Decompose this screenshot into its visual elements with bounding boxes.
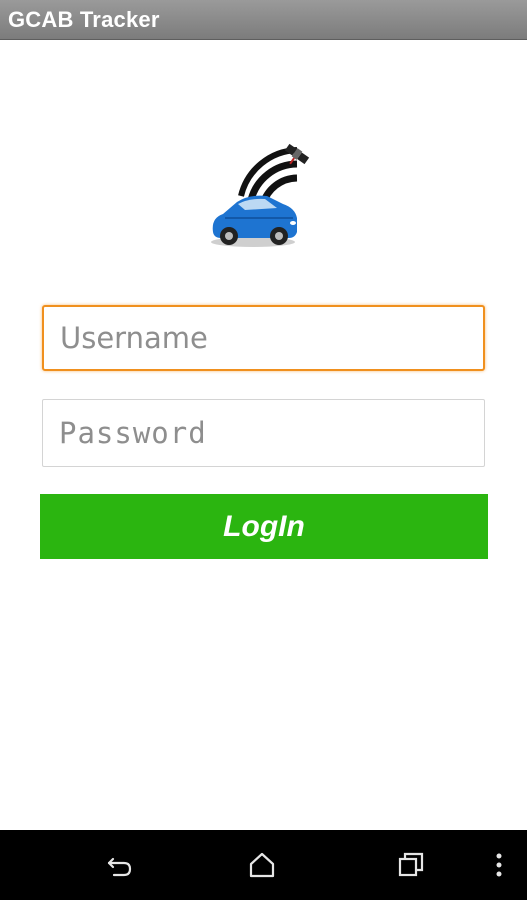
username-field[interactable]	[42, 305, 485, 371]
recent-apps-icon[interactable]	[396, 850, 426, 880]
overflow-menu-icon[interactable]	[484, 850, 514, 880]
password-field[interactable]	[42, 399, 485, 467]
login-button[interactable]: LogIn	[40, 494, 488, 559]
car-satellite-icon	[205, 138, 325, 253]
back-icon[interactable]	[104, 850, 134, 880]
app-title-bar: GCAB Tracker	[0, 0, 527, 40]
app-title: GCAB Tracker	[8, 7, 160, 32]
home-icon[interactable]	[247, 850, 277, 880]
system-navigation-bar	[0, 830, 527, 900]
